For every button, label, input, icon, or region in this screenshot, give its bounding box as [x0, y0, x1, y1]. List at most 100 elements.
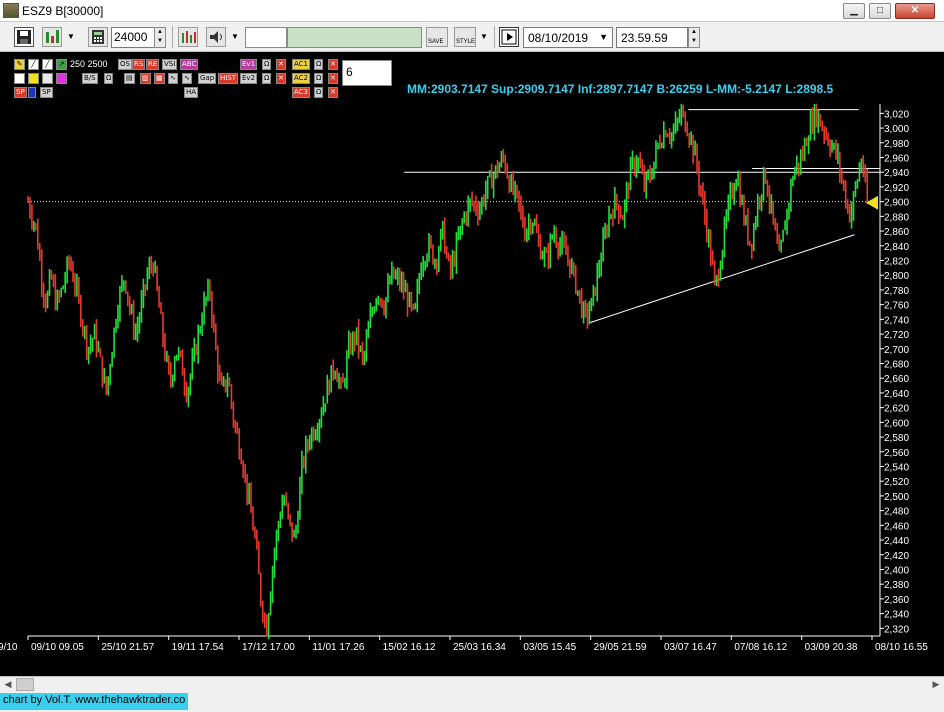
vsi-button[interactable]: VSI	[162, 59, 178, 70]
y-tick-label: 3,020	[884, 109, 909, 120]
x-tick-label: 25/03 16.34	[453, 642, 506, 653]
x-tick-label: 03/09 20.38	[805, 642, 858, 653]
save-layout-button[interactable]: SAVE	[426, 27, 448, 47]
bar-size-input[interactable]: 24000	[111, 27, 155, 48]
ac3-button[interactable]: AC3	[292, 87, 311, 98]
fib-tool-icon[interactable]: Ω	[104, 73, 114, 84]
wave-tool-icon[interactable]: ∿	[168, 73, 178, 84]
y-tick-label: 2,980	[884, 139, 909, 150]
indicator-button[interactable]	[178, 27, 198, 47]
white-color-swatch[interactable]	[14, 73, 25, 84]
time-input[interactable]: 23.59.59	[616, 27, 688, 48]
ev2-button[interactable]: Ev2	[240, 73, 258, 84]
abc-button[interactable]: ABC	[180, 59, 199, 70]
play-icon	[501, 29, 517, 45]
y-tick-label: 2,920	[884, 183, 909, 194]
chart-tool-1[interactable]: ▤	[124, 73, 135, 84]
gray-color-swatch[interactable]	[42, 73, 53, 84]
x-tick-label: 03/05 15.45	[523, 642, 576, 653]
close-button[interactable]: ✕	[895, 3, 935, 19]
y-tick-label: 2,560	[884, 448, 909, 459]
chart-type-dropdown[interactable]: ▼	[66, 27, 76, 47]
blue-swatch[interactable]	[28, 87, 37, 98]
y-tick-label: 2,580	[884, 433, 909, 444]
price-chart[interactable]: 3,020 3,000 2,980 2,960 2,940 2,920 2,900 2,880…	[0, 52, 944, 676]
gap-button[interactable]: Gap	[198, 73, 217, 84]
bar-chart-icon	[46, 30, 59, 43]
re-button[interactable]: RE	[146, 59, 160, 70]
y-tick-label: 2,440	[884, 536, 909, 547]
close-3-icon[interactable]: ✕	[328, 59, 338, 70]
indicator-icon	[182, 31, 196, 43]
chart-svg: 3,020 3,000 2,980 2,960 2,940 2,920 2,900 2,880…	[0, 103, 928, 653]
speaker-icon	[210, 31, 222, 43]
omega-3-icon[interactable]: Ω	[314, 59, 324, 70]
minimize-button[interactable]: ▁	[843, 3, 865, 19]
x-tick-label: 11/01 17.26	[312, 642, 365, 653]
y-tick-label: 2,680	[884, 359, 909, 370]
chart-tool-2[interactable]: ▥	[140, 73, 151, 84]
chart-tool-3[interactable]: ▦	[154, 73, 165, 84]
scroll-thumb[interactable]	[16, 678, 34, 691]
close-2-icon[interactable]: ✕	[276, 73, 286, 84]
hist-button[interactable]: HIST	[218, 73, 239, 84]
rs-button[interactable]: RS	[132, 59, 146, 70]
maximize-button[interactable]: □	[869, 3, 891, 19]
y-tick-label: 2,720	[884, 330, 909, 341]
save-icon	[17, 30, 31, 44]
y-tick-label: 2,760	[884, 301, 909, 312]
scroll-left-icon[interactable]: ◀	[0, 677, 16, 693]
ac2-button[interactable]: AC2	[292, 73, 311, 84]
status-field	[287, 27, 422, 48]
close-1-icon[interactable]: ✕	[276, 59, 286, 70]
pencil-icon[interactable]: ✎	[14, 59, 25, 70]
palette-periods: 250 2500	[70, 59, 108, 69]
sp-button-1[interactable]: SP	[14, 87, 27, 98]
magenta-color-swatch[interactable]	[56, 73, 67, 84]
sound-dropdown[interactable]: ▼	[230, 27, 240, 47]
close-5-icon[interactable]: ✕	[328, 87, 338, 98]
y-tick-label: 2,780	[884, 286, 909, 297]
counter-input[interactable]: 6	[342, 60, 392, 86]
yellow-color-swatch[interactable]	[28, 73, 39, 84]
date-value: 08/10/2019	[528, 31, 589, 45]
calculator-icon	[92, 30, 104, 44]
horizontal-scrollbar[interactable]: ◀ ▶	[0, 676, 944, 692]
omega-5-icon[interactable]: Ω	[314, 87, 324, 98]
trend-tool-icon[interactable]: ↗	[56, 59, 67, 70]
save-button[interactable]	[14, 27, 34, 47]
style-button[interactable]: STYLE	[454, 27, 476, 47]
ev1-button[interactable]: Ev1	[240, 59, 258, 70]
sp-button-2[interactable]: SP	[40, 87, 53, 98]
line-tool-2-icon[interactable]: ╱	[42, 59, 53, 70]
scroll-right-icon[interactable]: ▶	[928, 677, 944, 693]
y-tick-label: 2,420	[884, 551, 909, 562]
calculator-button[interactable]	[88, 27, 108, 47]
chart-type-button[interactable]	[42, 27, 62, 47]
grid-tool-icon[interactable]: B/S	[82, 73, 98, 84]
sound-button[interactable]	[206, 27, 226, 47]
omega-4-icon[interactable]: Ω	[314, 73, 324, 84]
os-button[interactable]: OS	[118, 59, 132, 70]
chevron-down-icon: ▼	[599, 32, 608, 42]
symbol-field[interactable]	[245, 27, 287, 48]
date-picker[interactable]: 08/10/2019 ▼	[523, 27, 613, 48]
app-icon	[3, 3, 19, 18]
play-button[interactable]	[499, 27, 519, 47]
y-tick-label: 2,940	[884, 168, 909, 179]
credit-label: chart by Vol.T. www.thehawktrader.co	[0, 693, 189, 710]
line-tool-icon[interactable]: ╱	[28, 59, 39, 70]
ac1-button[interactable]: AC1	[292, 59, 311, 70]
minimize-icon: ▁	[850, 5, 858, 16]
y-tick-label: 2,800	[884, 271, 909, 282]
bar-size-spinner[interactable]: ▲ ▼	[154, 27, 166, 48]
style-dropdown[interactable]: ▼	[479, 27, 489, 47]
wave-tool-2-icon[interactable]: ∿	[182, 73, 192, 84]
y-tick-label: 2,360	[884, 595, 909, 606]
y-tick-label: 2,700	[884, 345, 909, 356]
close-4-icon[interactable]: ✕	[328, 73, 338, 84]
time-spinner[interactable]: ▲ ▼	[688, 27, 700, 48]
omega-1-icon[interactable]: Ω	[262, 59, 272, 70]
ha-button[interactable]: HA	[184, 87, 199, 98]
omega-2-icon[interactable]: Ω	[262, 73, 272, 84]
